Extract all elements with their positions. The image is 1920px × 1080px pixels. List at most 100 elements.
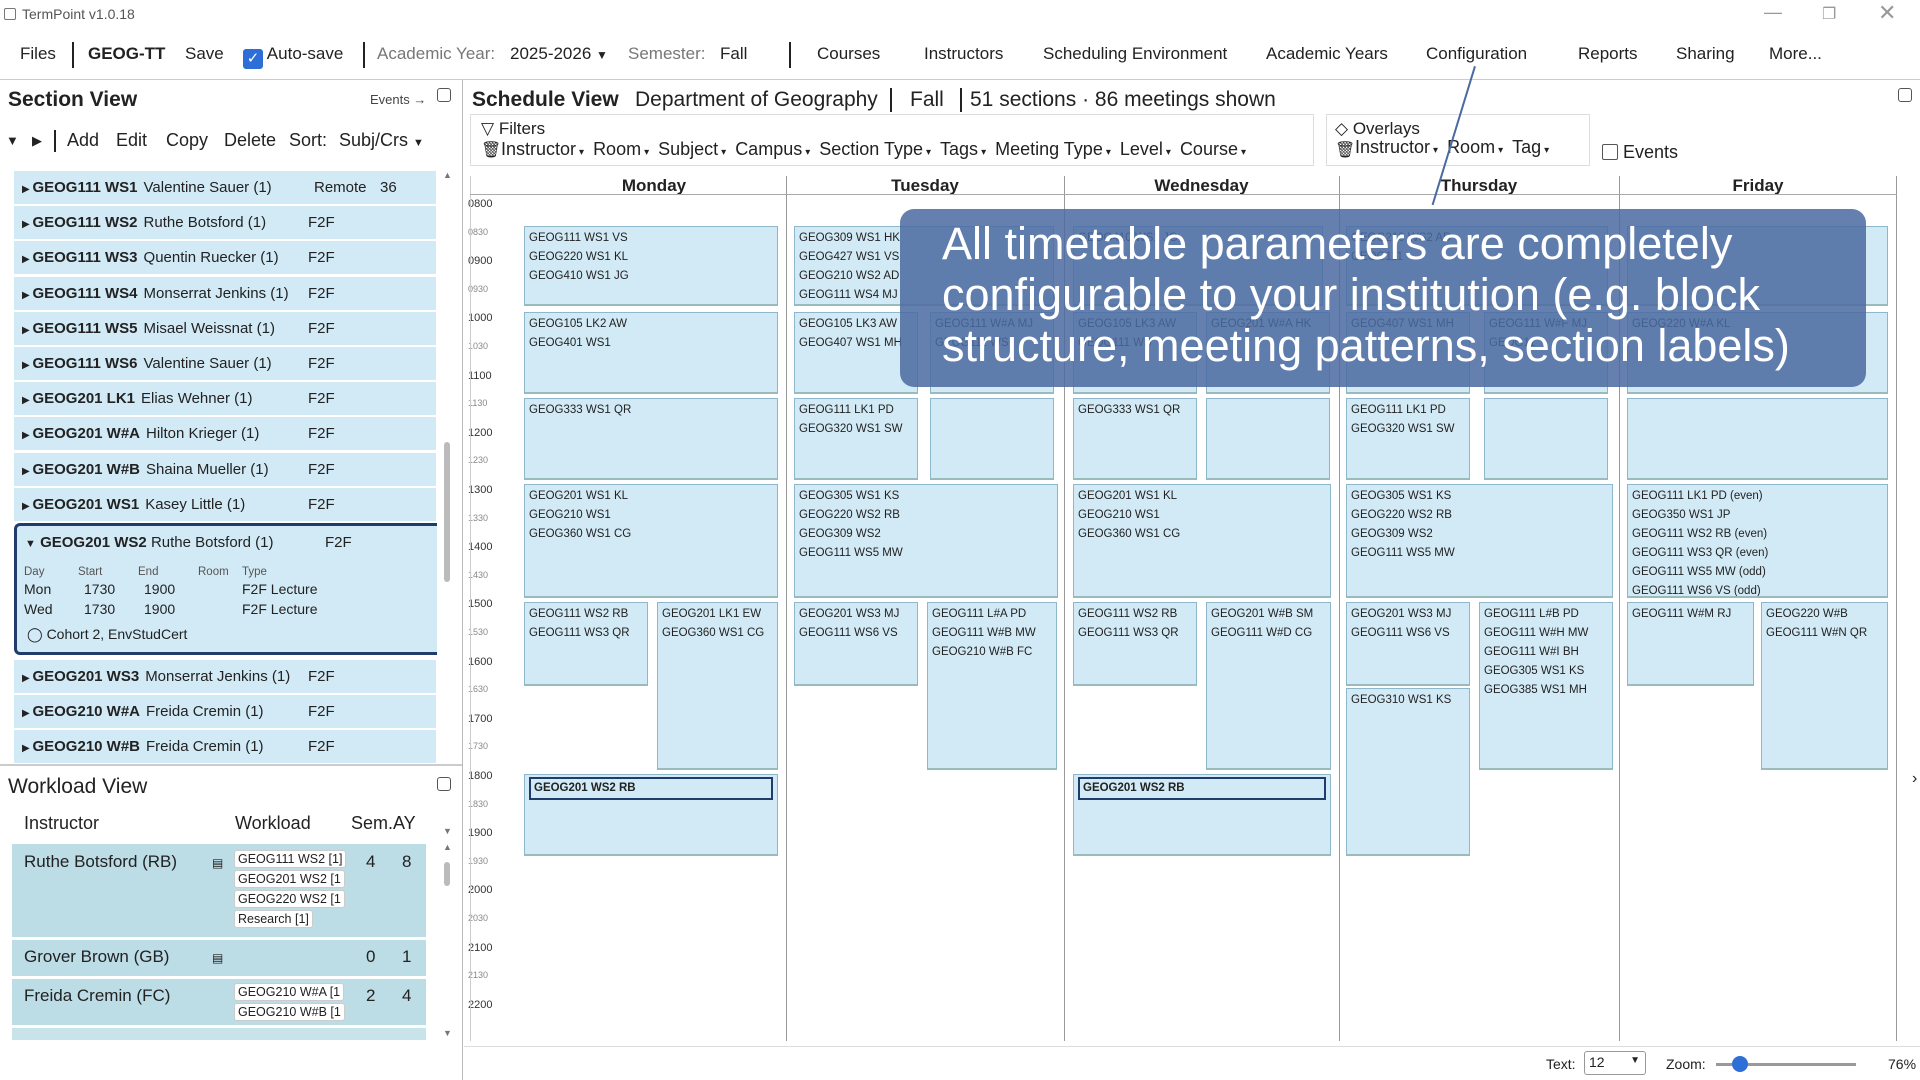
chevron-right-icon[interactable]: ▶ — [22, 219, 32, 230]
schedule-block[interactable]: GEOG201 WS1 KL GEOG210 WS1 GEOG360 WS1 CG — [1073, 484, 1331, 598]
section-row[interactable]: ▶ GEOG111 WS6 Valentine Sauer (1) F2F — [14, 347, 436, 381]
section-row[interactable]: ▶ GEOG111 WS5 Misael Weissnat (1) F2F — [14, 311, 436, 346]
schedule-block[interactable]: GEOG111 L#A PD GEOG111 W#B MW GEOG210 W#B … — [927, 602, 1057, 770]
schedule-block[interactable]: GEOG201 W#B SM GEOG111 W#D CG — [1206, 602, 1331, 770]
menu-scheduling-environment[interactable]: Scheduling Environment — [1043, 44, 1227, 64]
schedule-block[interactable]: GEOG333 WS1 QR — [1073, 398, 1197, 480]
zoom-slider[interactable] — [1716, 1056, 1856, 1072]
filter-level[interactable]: Level ▾ — [1120, 139, 1171, 159]
overlay-tag[interactable]: Tag ▾ — [1512, 137, 1549, 157]
chevron-down-icon[interactable]: ▼ — [25, 538, 36, 550]
chevron-right-icon[interactable]: ▶ — [22, 466, 32, 477]
filter-section-type[interactable]: Section Type ▾ — [819, 139, 931, 159]
schedule-block[interactable]: GEOG310 WS1 KS — [1346, 688, 1470, 856]
filter-instructor[interactable]: Instructor ▾ — [501, 139, 584, 159]
delete-button[interactable]: Delete — [224, 130, 276, 151]
zoom-slider-thumb[interactable] — [1731, 1056, 1748, 1072]
chevron-right-icon[interactable]: ▶ — [22, 184, 32, 195]
workload-row[interactable]: Freida Cremin (FC) GEOG210 W#A [1 GEOG21… — [12, 979, 426, 1025]
semester-value[interactable]: Fall — [720, 44, 747, 64]
schedule-block[interactable]: GEOG333 WS1 QR — [524, 398, 778, 480]
schedule-block[interactable]: GEOG111 WS2 RB GEOG111 WS3 QR — [1073, 602, 1197, 686]
chevron-right-icon[interactable]: ▶ — [22, 254, 32, 265]
add-button[interactable]: Add — [67, 130, 99, 151]
scroll-up-icon[interactable]: ▲ — [443, 170, 452, 180]
menu-configuration[interactable]: Configuration — [1426, 44, 1527, 64]
scroll-down-icon[interactable]: ▼ — [443, 826, 452, 836]
schedule-block[interactable]: GEOG201 WS1 KL GEOG210 WS1 GEOG360 WS1 CG — [524, 484, 778, 598]
workload-chip[interactable]: GEOG210 W#B [1 — [234, 1003, 345, 1021]
events-link[interactable]: Events → — [370, 92, 426, 107]
events-toggle[interactable]: Events — [1602, 142, 1678, 163]
trash-icon[interactable]: 🗑 — [1335, 140, 1355, 160]
section-scrollbar[interactable]: ▲ ▼ — [441, 170, 453, 840]
section-row[interactable]: ▶ GEOG201 W#A Hilton Krieger (1) F2F — [14, 417, 436, 452]
schedule-block[interactable]: GEOG111 LK1 PD (even) GEOG350 WS1 JP GEOG1… — [1627, 484, 1888, 598]
filter-room[interactable]: Room ▾ — [593, 139, 649, 159]
schedule-block[interactable]: GEOG111 WS1 VS GEOG220 WS1 KL GEOG410 WS1 … — [524, 226, 778, 306]
section-row[interactable]: ▶ GEOG201 WS1 Kasey Little (1) F2F — [14, 487, 436, 522]
menu-academic-years[interactable]: Academic Years — [1266, 44, 1388, 64]
workload-chip[interactable]: GEOG201 WS2 [1 — [234, 870, 345, 888]
scroll-up-icon[interactable]: ▲ — [443, 842, 452, 852]
filter-course[interactable]: Course ▾ — [1180, 139, 1246, 159]
sort-select[interactable]: Subj/Crs ▼ — [339, 130, 424, 151]
workload-row-partial[interactable] — [12, 1028, 426, 1040]
chevron-right-icon[interactable]: ▶ — [22, 708, 32, 719]
expanded-section[interactable]: ▼ GEOG201 WS2 Ruthe Botsford (1) F2F Day… — [14, 523, 437, 655]
schedule-block[interactable]: GEOG201 LK1 EW GEOG360 WS1 CG — [657, 602, 778, 770]
schedule-block[interactable]: GEOG201 WS3 MJ GEOG111 WS6 VS — [794, 602, 918, 686]
schedule-block[interactable]: GEOG111 L#B PD GEOG111 W#H MW GEOG111 W#I … — [1479, 602, 1613, 770]
menu-instructors[interactable]: Instructors — [924, 44, 1003, 64]
schedule-block[interactable]: GEOG220 W#B GEOG111 W#N QR — [1761, 602, 1888, 770]
autosave-toggle[interactable]: ✓ Auto-save — [243, 44, 343, 69]
save-button[interactable]: Save — [185, 44, 224, 64]
schedule-block[interactable]: GEOG201 WS2 RB — [1073, 774, 1331, 856]
files-menu[interactable]: Files — [20, 44, 56, 64]
chevron-right-icon[interactable]: ▶ — [22, 325, 32, 336]
section-row[interactable]: ▶ GEOG210 W#A Freida Cremin (1) F2F — [14, 695, 436, 730]
section-row[interactable]: ▶ GEOG111 WS1 Valentine Sauer (1) Remote 36 — [14, 171, 436, 205]
section-row[interactable]: ▶ GEOG201 W#B Shaina Mueller (1) F2F — [14, 452, 436, 487]
overlay-instructor[interactable]: Instructor ▾ — [1355, 137, 1438, 157]
section-row[interactable]: ▶ GEOG111 WS4 Monserrat Jenkins (1) F2F — [14, 276, 436, 311]
copy-button[interactable]: Copy — [166, 130, 208, 151]
filter-campus[interactable]: Campus ▾ — [735, 139, 810, 159]
close-icon[interactable]: ✕ — [1878, 0, 1896, 26]
collapse-all-icon[interactable]: ▼ — [6, 133, 19, 148]
text-size-select[interactable]: 12 ▼ — [1584, 1051, 1646, 1075]
workload-row[interactable]: Ruthe Botsford (RB) ▤ GEOG111 WS2 [1] GE… — [12, 844, 426, 937]
menu-courses[interactable]: Courses — [817, 44, 880, 64]
checkbox-unchecked-icon[interactable] — [1602, 144, 1618, 160]
chevron-right-icon[interactable]: ▶ — [22, 501, 32, 512]
minimize-icon[interactable]: — — [1764, 2, 1782, 23]
chevron-right-icon[interactable]: ▶ — [22, 360, 32, 371]
workload-chip[interactable]: GEOG111 WS2 [1] — [234, 850, 347, 868]
overlay-room[interactable]: Room ▾ — [1447, 137, 1503, 157]
trash-icon[interactable]: 🗑 — [481, 140, 501, 160]
menu-reports[interactable]: Reports — [1578, 44, 1638, 64]
workload-chip[interactable]: GEOG220 WS2 [1 — [234, 890, 345, 908]
schedule-block[interactable]: GEOG111 WS2 RB GEOG111 WS3 QR — [524, 602, 648, 686]
menu-more[interactable]: More... — [1769, 44, 1822, 64]
restore-icon[interactable]: ❐ — [1822, 4, 1836, 24]
schedule-block[interactable] — [1627, 398, 1888, 480]
popout-icon[interactable] — [437, 88, 451, 102]
popout-icon[interactable] — [437, 777, 451, 791]
edit-button[interactable]: Edit — [116, 130, 147, 151]
workload-chip[interactable]: Research [1] — [234, 910, 313, 928]
popout-icon[interactable] — [1898, 88, 1912, 102]
section-row[interactable]: ▶ GEOG111 WS3 Quentin Ruecker (1) F2F — [14, 241, 436, 276]
chevron-right-icon[interactable]: ▶ — [22, 290, 32, 301]
section-row[interactable]: ▶ GEOG111 WS2 Ruthe Botsford (1) F2F — [14, 206, 436, 241]
schedule-block[interactable] — [930, 398, 1054, 480]
scroll-down-icon[interactable]: ▼ — [443, 1028, 452, 1038]
schedule-block[interactable]: GEOG111 LK1 PD GEOG320 WS1 SW — [1346, 398, 1470, 480]
workload-chip[interactable]: GEOG210 W#A [1 — [234, 983, 345, 1001]
workload-row[interactable]: Grover Brown (GB) ▤ 0 1 — [12, 940, 426, 976]
chevron-right-icon[interactable]: ▶ — [22, 673, 32, 684]
checkbox-checked-icon[interactable]: ✓ — [243, 49, 263, 69]
chevron-right-icon[interactable]: ▶ — [22, 430, 32, 441]
schedule-block[interactable]: GEOG201 WS3 MJ GEOG111 WS6 VS — [1346, 602, 1470, 686]
section-row[interactable]: ▶ GEOG210 W#B Freida Cremin (1) F2F — [14, 730, 436, 765]
